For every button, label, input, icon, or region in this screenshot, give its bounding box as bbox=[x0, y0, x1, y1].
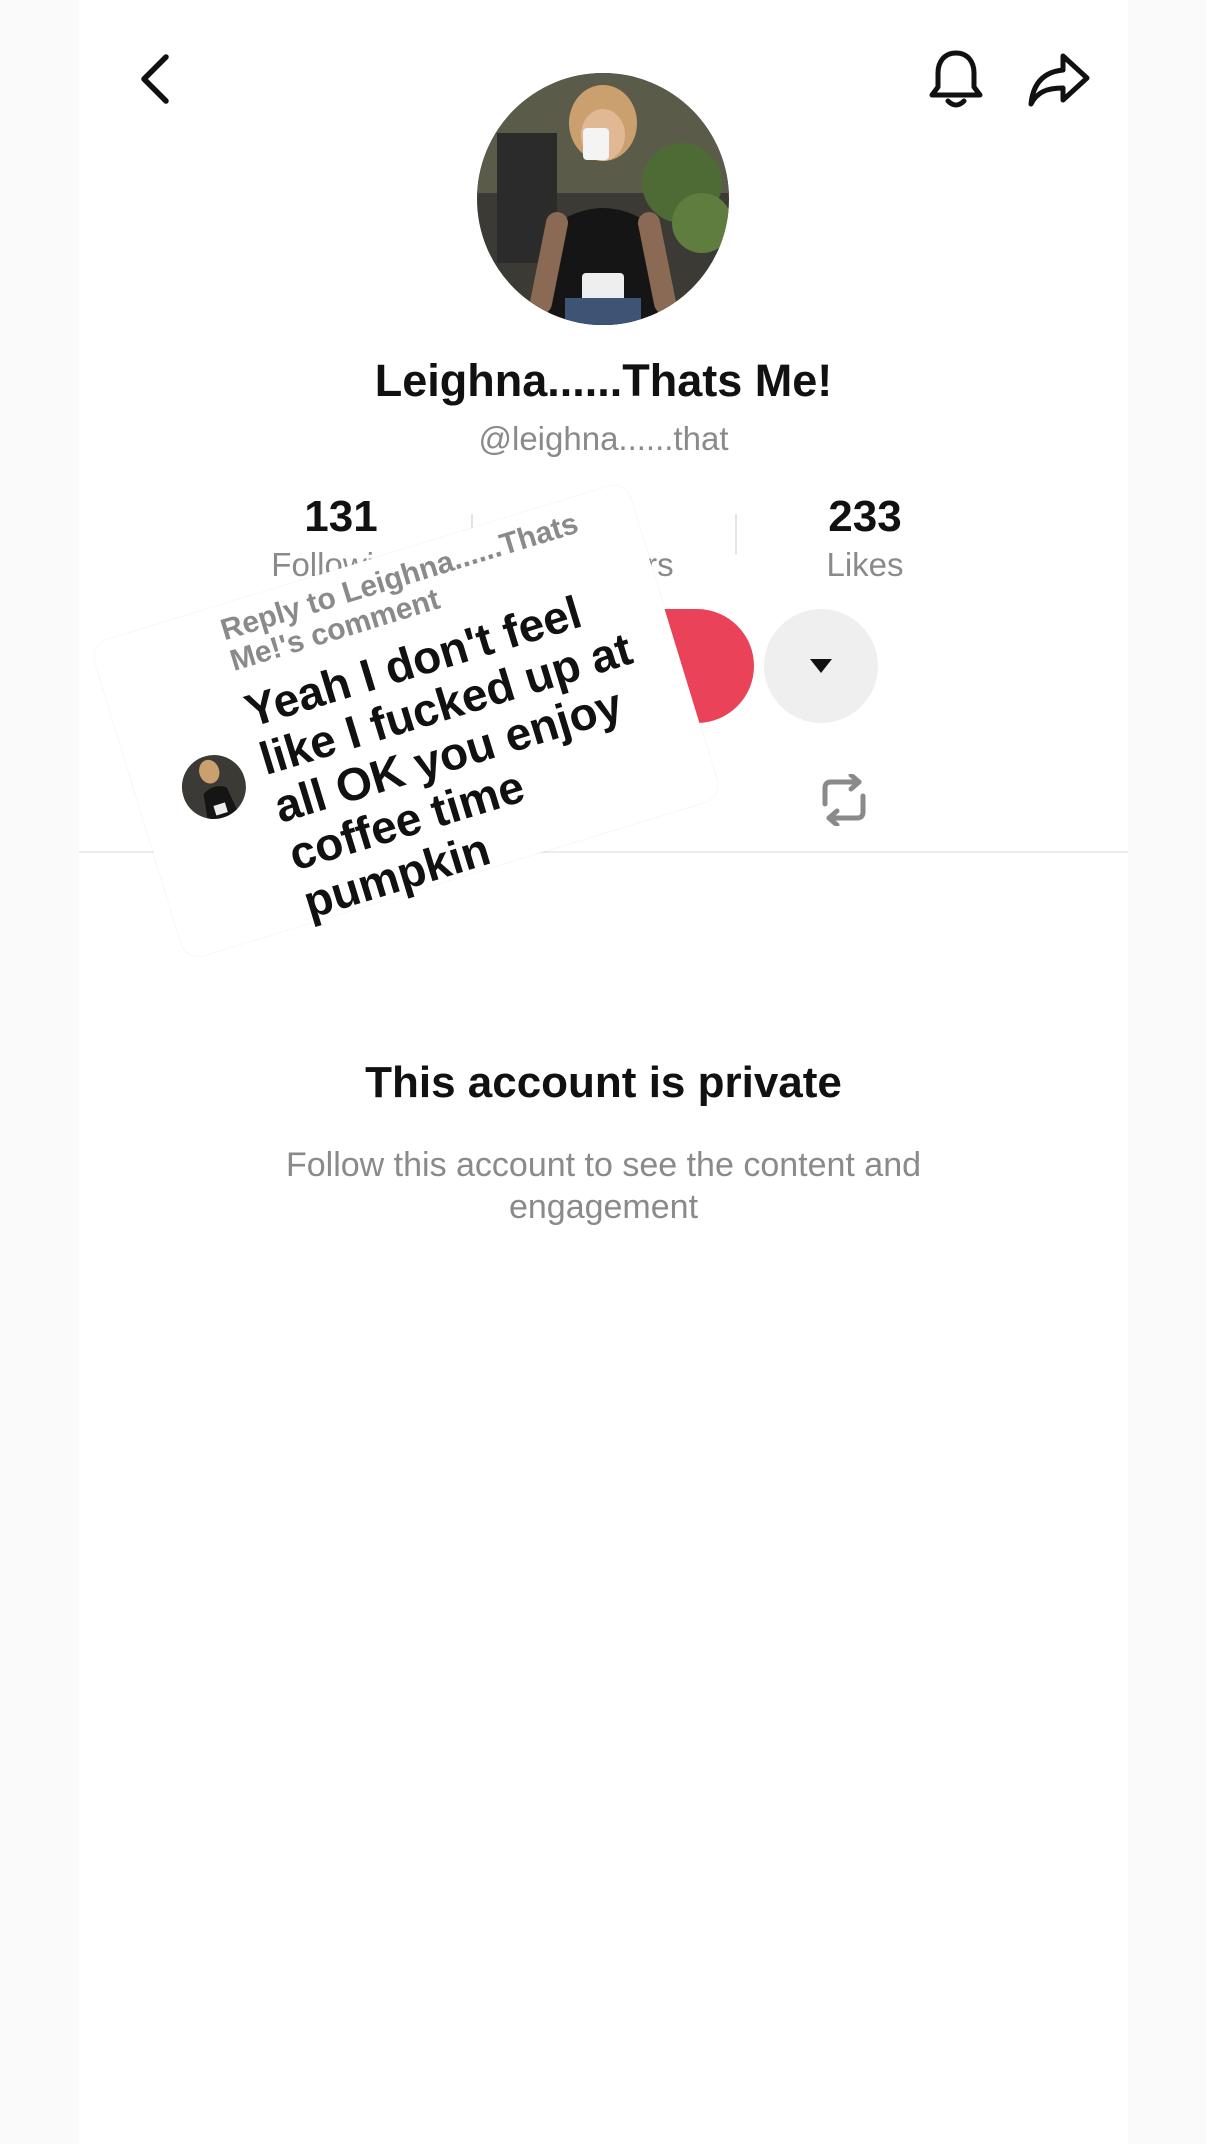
share-button[interactable] bbox=[1024, 44, 1094, 114]
chevron-left-icon bbox=[141, 54, 169, 104]
profile-avatar[interactable] bbox=[477, 73, 729, 325]
tab-reposts[interactable] bbox=[809, 768, 879, 832]
avatar-photo-icon bbox=[477, 73, 729, 325]
reply-commenter-avatar bbox=[173, 747, 254, 827]
bell-icon bbox=[929, 50, 983, 108]
display-name: Leighna......Thats Me! bbox=[374, 355, 833, 406]
username-handle: @leighna......that bbox=[478, 420, 729, 457]
profile-screen: Leighna......Thats Me! @leighna......tha… bbox=[79, 0, 1128, 2144]
share-arrow-icon bbox=[1028, 53, 1090, 107]
following-count: 131 bbox=[304, 492, 378, 541]
repost-icon bbox=[822, 774, 866, 826]
caret-down-icon bbox=[810, 659, 832, 673]
notifications-button[interactable] bbox=[921, 44, 991, 114]
likes-label: Likes bbox=[826, 546, 904, 583]
likes-count: 233 bbox=[828, 492, 902, 541]
private-account-title: This account is private bbox=[365, 1058, 842, 1107]
commenter-avatar-icon bbox=[173, 747, 254, 827]
private-account-subtitle: Follow this account to see the content a… bbox=[285, 1146, 922, 1226]
stat-likes[interactable]: 233 Likes bbox=[735, 490, 995, 586]
suggested-accounts-dropdown[interactable] bbox=[764, 609, 878, 723]
back-button[interactable] bbox=[121, 44, 191, 114]
